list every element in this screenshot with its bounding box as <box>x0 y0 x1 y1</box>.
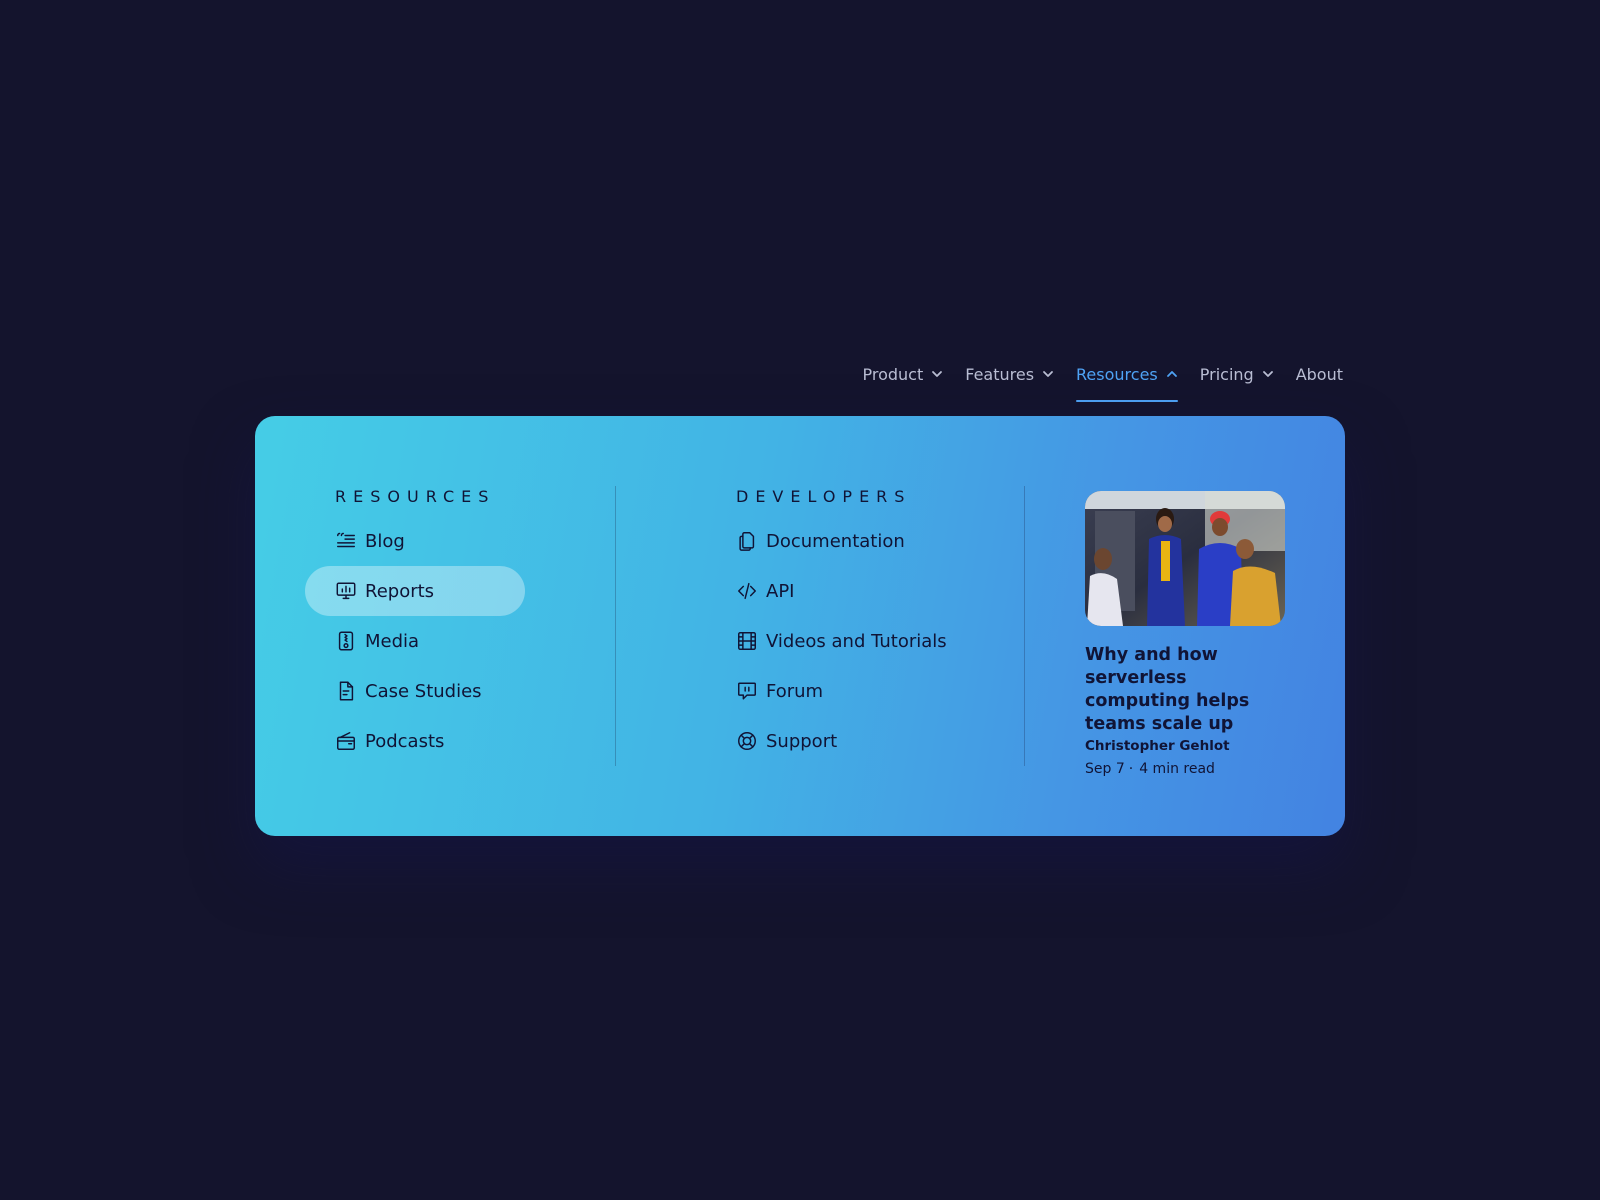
menu-item-case-studies[interactable]: Case Studies <box>335 666 482 716</box>
code-icon <box>738 582 756 600</box>
nav-pricing[interactable]: Pricing <box>1200 362 1274 386</box>
menu-item-label: Support <box>766 730 838 752</box>
document-icon <box>339 681 354 701</box>
article-read-time: 4 min read <box>1139 761 1215 777</box>
nav-features[interactable]: Features <box>965 362 1054 386</box>
copy-docs-icon <box>739 532 755 551</box>
meta-separator: · <box>1128 761 1134 777</box>
menu-item-blog[interactable]: Blog <box>335 516 405 566</box>
column-divider <box>1024 486 1025 766</box>
chat-bubble-icon <box>738 682 756 700</box>
radio-icon <box>337 732 355 750</box>
featured-article-author: Christopher Gehlot <box>1085 738 1230 754</box>
menu-item-api[interactable]: API <box>736 566 794 616</box>
article-date: Sep 7 <box>1085 761 1125 777</box>
nav-product[interactable]: Product <box>862 362 943 386</box>
featured-article-image[interactable] <box>1085 491 1285 626</box>
menu-item-label: Forum <box>766 680 824 702</box>
resources-dropdown-panel: RESOURCES Blog Reports Media Case Studie… <box>255 416 1345 836</box>
resources-heading: RESOURCES <box>335 487 496 506</box>
featured-article-meta: Sep 7 · 4 min read <box>1085 761 1215 777</box>
menu-item-forum[interactable]: Forum <box>736 666 823 716</box>
lifebuoy-icon <box>738 732 756 750</box>
nav-resources-label: Resources <box>1076 364 1158 384</box>
menu-item-label: Case Studies <box>365 680 482 702</box>
menu-item-support[interactable]: Support <box>736 716 837 766</box>
nav-resources[interactable]: Resources <box>1076 362 1178 402</box>
menu-item-videos-tutorials[interactable]: Videos and Tutorials <box>736 616 947 666</box>
nav-about[interactable]: About <box>1296 362 1343 386</box>
chevron-down-icon <box>1262 371 1273 377</box>
chevron-up-icon <box>1166 371 1177 377</box>
menu-item-label: Documentation <box>766 530 905 552</box>
menu-item-label: Reports <box>365 580 435 602</box>
menu-item-podcasts[interactable]: Podcasts <box>335 716 444 766</box>
nav-about-label: About <box>1295 364 1343 384</box>
menu-item-reports[interactable]: Reports <box>305 566 525 616</box>
menu-item-media[interactable]: Media <box>335 616 419 666</box>
blog-icon <box>337 532 355 548</box>
chevron-down-icon <box>1043 371 1053 377</box>
menu-item-label: API <box>766 580 795 602</box>
nav-features-label: Features <box>965 364 1035 384</box>
film-icon <box>738 632 756 650</box>
developers-heading: DEVELOPERS <box>736 487 912 506</box>
menu-item-label: Podcasts <box>365 730 445 752</box>
featured-article-title[interactable]: Why and how serverless computing helps t… <box>1085 644 1295 736</box>
nav-pricing-label: Pricing <box>1199 364 1254 384</box>
media-file-icon <box>338 631 354 651</box>
chevron-down-icon <box>932 371 943 377</box>
monitor-chart-icon <box>336 582 356 600</box>
top-nav: Product Features Resources Pricing About <box>862 362 1343 402</box>
nav-product-label: Product <box>862 364 924 384</box>
column-divider <box>615 486 616 766</box>
menu-item-label: Videos and Tutorials <box>766 630 947 652</box>
team-photo <box>1085 491 1285 626</box>
menu-item-label: Media <box>365 630 420 652</box>
menu-item-documentation[interactable]: Documentation <box>736 516 905 566</box>
menu-item-label: Blog <box>365 530 405 552</box>
